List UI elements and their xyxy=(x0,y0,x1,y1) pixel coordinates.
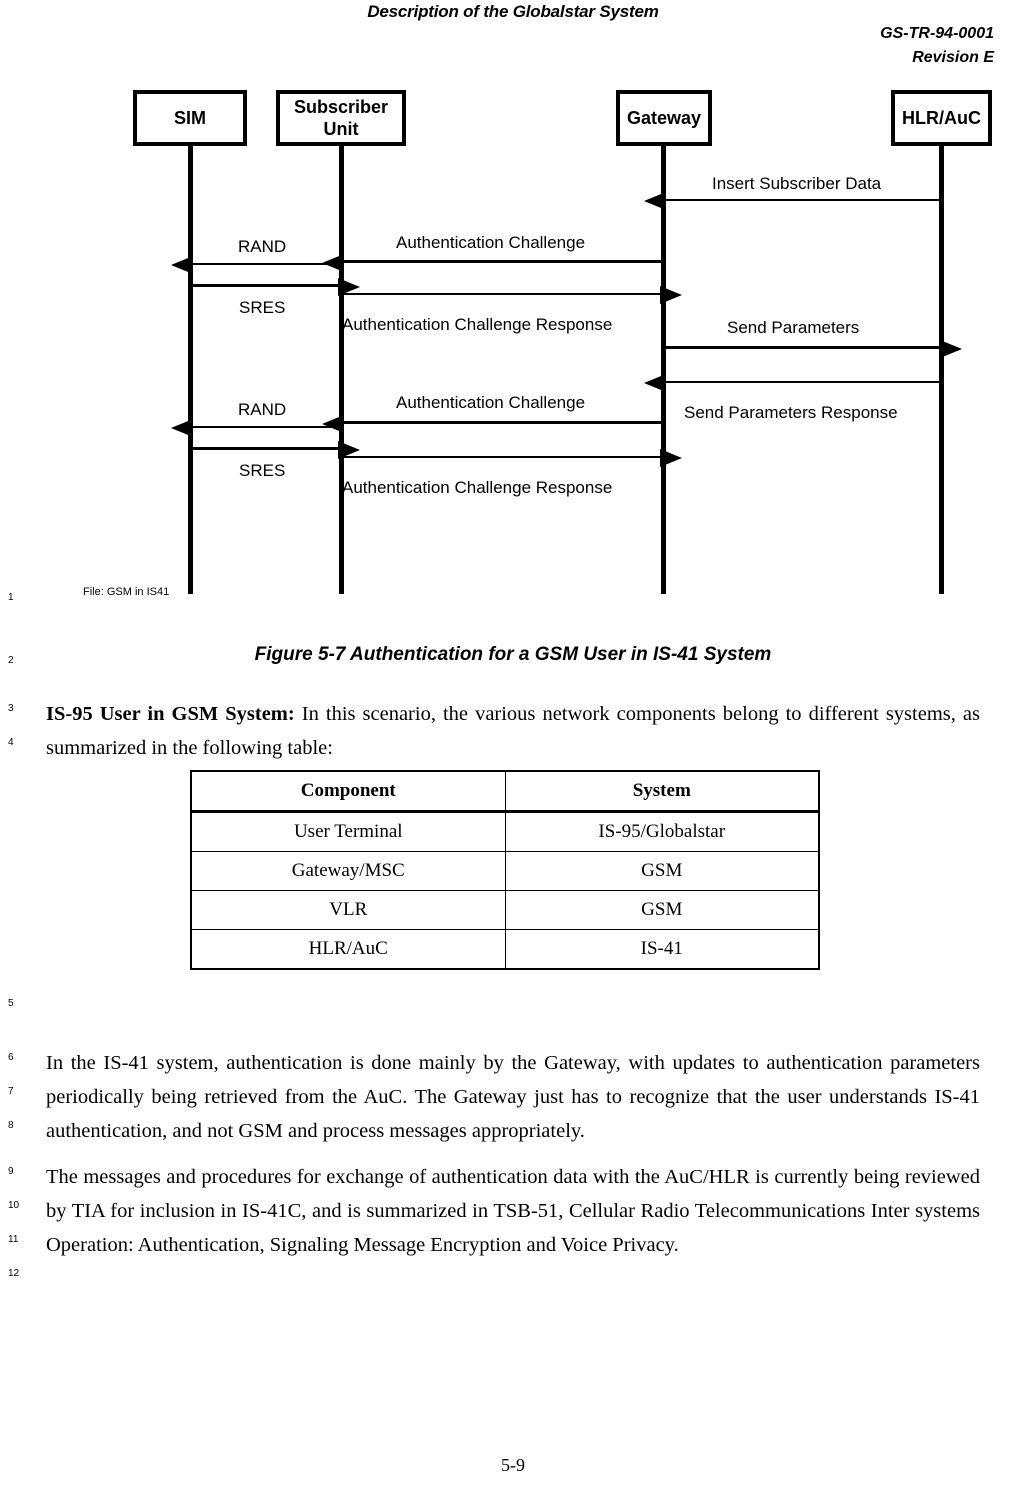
page-header: Description of the Globalstar System GS-… xyxy=(0,0,1026,66)
message-arrow-rand-1 xyxy=(171,256,341,274)
message-label-sres-1: SRES xyxy=(239,298,286,317)
page-footer: 5-9 xyxy=(501,1455,525,1475)
table-header-component: Component xyxy=(190,770,506,813)
message-label-sres-2: SRES xyxy=(239,461,286,480)
message-label-authentication-challenge-response-1: Authentication Challenge Response xyxy=(342,315,613,334)
message-label-authentication-challenge-2: Authentication Challenge xyxy=(396,393,586,412)
lifeline-sim xyxy=(188,142,193,594)
line-number-3: 3 xyxy=(8,703,14,714)
arrowhead-left-icon xyxy=(171,419,193,437)
arrowhead-right-icon xyxy=(940,340,962,358)
line-number-10: 10 xyxy=(8,1200,20,1211)
line-number-5: 5 xyxy=(8,998,14,1009)
message-label-authentication-challenge-response-2: Authentication Challenge Response xyxy=(342,478,613,497)
component-system-table: Component System User Terminal IS-95/Glo… xyxy=(190,770,820,970)
diagram-file-note: File: GSM in IS41 xyxy=(83,586,170,598)
arrowhead-left-icon xyxy=(322,415,344,433)
message-arrow-authentication-challenge-2 xyxy=(322,415,663,433)
arrowhead-right-icon xyxy=(660,286,682,304)
message-label-send-parameters: Send Parameters xyxy=(727,318,860,337)
line-number-9: 9 xyxy=(8,1166,14,1177)
arrowhead-left-icon xyxy=(171,256,193,274)
message-arrow-authentication-challenge-1 xyxy=(322,254,663,272)
table-cell-system: IS-41 xyxy=(504,929,820,970)
line-number-8: 8 xyxy=(8,1120,14,1131)
paragraph-tia-tsb51: The messages and procedures for exchange… xyxy=(46,1166,980,1256)
line-number-6: 6 xyxy=(8,1052,14,1063)
message-label-rand-2: RAND xyxy=(238,400,287,419)
table-cell-component: VLR xyxy=(190,890,506,930)
message-label-authentication-challenge-1: Authentication Challenge xyxy=(396,233,586,252)
message-label-send-parameters-response: Send Parameters Response xyxy=(684,403,898,422)
diagram-node-gateway: Gateway xyxy=(616,90,712,146)
table-row: User Terminal IS-95/Globalstar xyxy=(190,811,820,852)
header-document-title: Description of the Globalstar System xyxy=(367,2,659,21)
table-cell-system: GSM xyxy=(504,851,820,891)
message-arrow-sres-1 xyxy=(190,278,360,296)
arrowhead-left-icon xyxy=(644,192,666,210)
arrowhead-right-icon xyxy=(660,449,682,467)
header-doc-info: GS-TR-94-0001 Revision E xyxy=(880,22,994,70)
table-cell-component: User Terminal xyxy=(190,811,506,852)
message-arrow-rand-2 xyxy=(171,419,341,437)
line-number-12: 12 xyxy=(8,1268,20,1279)
table-header-system: System xyxy=(504,770,820,813)
message-arrow-send-parameters-response xyxy=(644,374,941,392)
message-arrow-insert-subscriber-data xyxy=(644,192,941,210)
sequence-diagram: SIM Subscriber Unit Gateway HLR/AuC Inse… xyxy=(0,78,1026,618)
table-header-row: Component System xyxy=(190,770,820,813)
message-arrow-authentication-challenge-response-1 xyxy=(341,286,682,304)
table-cell-system: IS-95/Globalstar xyxy=(504,811,820,852)
diagram-node-hlr-auc: HLR/AuC xyxy=(891,90,992,146)
diagram-node-subscriber-unit: Subscriber Unit xyxy=(276,90,406,146)
table-row: Gateway/MSC GSM xyxy=(190,851,820,891)
table-cell-system: GSM xyxy=(504,890,820,930)
table-cell-component: HLR/AuC xyxy=(190,929,506,970)
header-revision: Revision E xyxy=(912,49,994,66)
message-label-insert-subscriber-data: Insert Subscriber Data xyxy=(712,174,882,193)
table-row: HLR/AuC IS-41 xyxy=(190,929,820,970)
table-row: VLR GSM xyxy=(190,890,820,930)
paragraph-is95-user: IS-95 User in GSM System: In this scenar… xyxy=(46,697,980,765)
table-cell-component: Gateway/MSC xyxy=(190,851,506,891)
line-number-11: 11 xyxy=(8,1234,19,1245)
paragraph-is41-system: In the IS-41 system, authentication is d… xyxy=(46,1052,980,1142)
paragraph-is95-lead-in: IS-95 User in GSM System: xyxy=(46,703,295,725)
lifeline-hlr-auc xyxy=(939,142,944,594)
message-arrow-sres-2 xyxy=(190,441,360,459)
header-doc-number: GS-TR-94-0001 xyxy=(880,25,994,42)
lifeline-subscriber-unit xyxy=(339,142,344,594)
message-label-rand-1: RAND xyxy=(238,237,287,256)
diagram-node-sim: SIM xyxy=(133,90,247,146)
line-number-7: 7 xyxy=(8,1086,14,1097)
message-arrow-authentication-challenge-response-2 xyxy=(341,449,682,467)
figure-caption: Figure 5-7 Authentication for a GSM User… xyxy=(254,644,772,665)
message-arrow-send-parameters xyxy=(663,340,962,358)
line-number-4: 4 xyxy=(8,737,14,748)
arrowhead-left-icon xyxy=(644,374,666,392)
